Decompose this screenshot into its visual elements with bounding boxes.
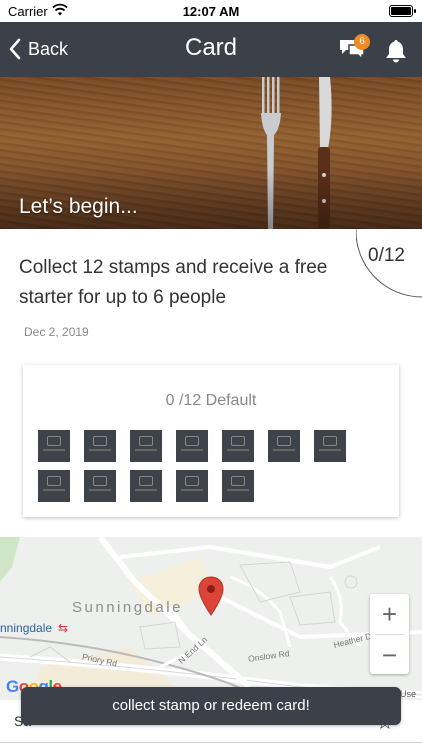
rail-icon: ⇆ bbox=[58, 621, 69, 635]
zoom-out-button[interactable]: − bbox=[370, 635, 409, 675]
stamp-slot bbox=[38, 430, 70, 462]
stamp-slot bbox=[84, 470, 116, 502]
stamp-slot bbox=[38, 470, 70, 502]
stamp-slot bbox=[176, 430, 208, 462]
map-tiles bbox=[0, 537, 422, 700]
stamp-slot bbox=[84, 430, 116, 462]
stamp-slot bbox=[268, 430, 300, 462]
nav-bar: Back Card 6 bbox=[0, 22, 422, 77]
map-place-label: Sunningdale bbox=[72, 599, 183, 616]
stamp-logo-icon bbox=[47, 476, 61, 486]
stamp-card: 0 /12 Default bbox=[23, 365, 399, 517]
stamp-slot bbox=[222, 470, 254, 502]
stamp-slot bbox=[130, 430, 162, 462]
toast-message[interactable]: collect stamp or redeem card! bbox=[21, 687, 401, 725]
stamp-slot bbox=[176, 470, 208, 502]
clock: 12:07 AM bbox=[182, 4, 240, 19]
stamp-logo-icon bbox=[231, 476, 245, 486]
bell-icon[interactable] bbox=[384, 38, 408, 64]
map-zoom-controls: + − bbox=[370, 594, 409, 674]
map[interactable]: Sunningdale nningdale ⇆ Priory Rd N End … bbox=[0, 537, 422, 700]
progress-count: 0/12 bbox=[368, 245, 405, 266]
divider bbox=[0, 742, 422, 743]
stamp-logo-icon bbox=[47, 436, 61, 446]
stamp-slot bbox=[222, 430, 254, 462]
messages-badge: 6 bbox=[354, 34, 370, 50]
stamp-logo-icon bbox=[231, 436, 245, 446]
stamp-logo-icon bbox=[139, 436, 153, 446]
stamp-slot bbox=[130, 470, 162, 502]
zoom-in-button[interactable]: + bbox=[370, 594, 409, 634]
battery-icon bbox=[389, 5, 416, 17]
hero-image: Let’s begin... bbox=[0, 77, 422, 229]
stamp-logo-icon bbox=[277, 436, 291, 446]
status-bar: Carrier 12:07 AM bbox=[0, 0, 422, 22]
stamp-logo-icon bbox=[185, 476, 199, 486]
stamp-slot bbox=[314, 430, 346, 462]
offer-date: Dec 2, 2019 bbox=[24, 325, 89, 339]
map-pin-icon[interactable] bbox=[198, 576, 224, 616]
hero-caption: Let’s begin... bbox=[19, 195, 138, 218]
map-station-label: nningdale bbox=[0, 621, 53, 635]
stamp-logo-icon bbox=[93, 436, 107, 446]
stamp-logo-icon bbox=[93, 476, 107, 486]
offer-title: Collect 12 stamps and receive a free sta… bbox=[19, 257, 328, 308]
map-terms-link[interactable]: Use bbox=[400, 689, 416, 699]
stamp-logo-icon bbox=[139, 476, 153, 486]
stamp-logo-icon bbox=[323, 436, 337, 446]
stamp-logo-icon bbox=[185, 436, 199, 446]
stamp-card-label: 0 /12 Default bbox=[165, 392, 257, 409]
